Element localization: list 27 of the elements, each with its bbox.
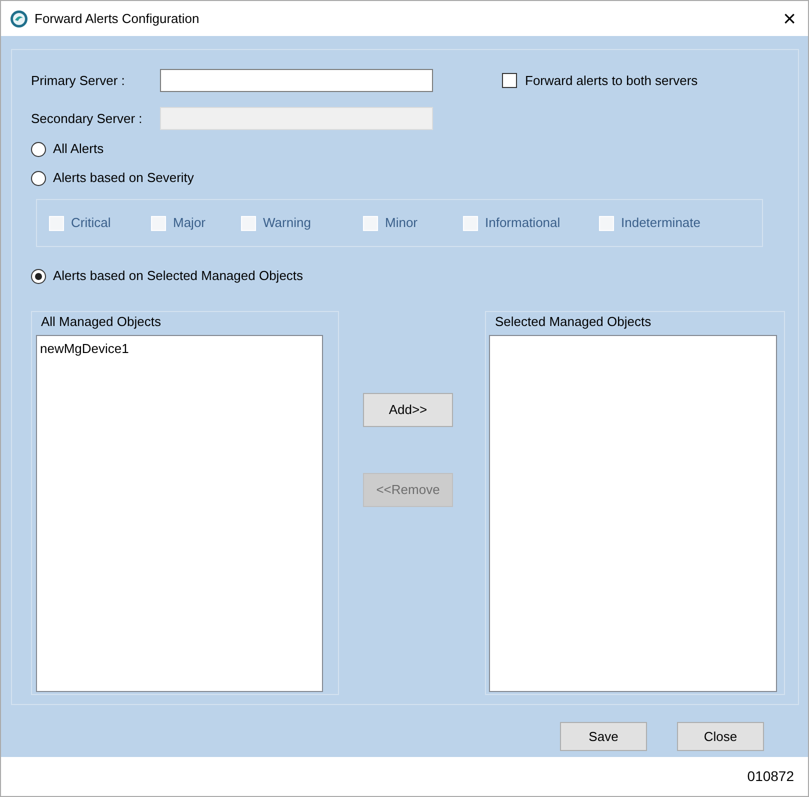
radio-button[interactable]: [31, 142, 46, 156]
checkbox-label: Forward alerts to both servers: [525, 72, 698, 90]
button[interactable]: Close: [677, 722, 764, 751]
list-box[interactable]: [489, 334, 777, 692]
field-label: Primary Server :: [31, 72, 126, 90]
radio-label: All Alerts: [53, 140, 104, 158]
radio-button[interactable]: [31, 268, 46, 284]
list-box[interactable]: newMgDevice1: [36, 334, 323, 692]
add-button[interactable]: Add>>: [363, 393, 453, 427]
checkbox-label: Major: [173, 214, 206, 232]
figure-number: 010872: [747, 767, 794, 786]
checkbox-label: Minor: [385, 214, 418, 232]
radio-button[interactable]: [31, 170, 46, 186]
checkbox[interactable]: [502, 73, 517, 88]
window-title: Forward Alerts Configuration: [34, 10, 200, 28]
radio-label: Alerts based on Severity: [53, 169, 194, 188]
field-label: Secondary Server :: [31, 110, 144, 128]
button[interactable]: Save: [560, 722, 647, 751]
list-item[interactable]: newMgDevice1: [40, 338, 319, 358]
close-button[interactable]: ×: [783, 8, 796, 30]
text-field[interactable]: [160, 69, 433, 92]
checkbox-label: Critical: [71, 214, 111, 232]
checkbox-label: Informational: [485, 214, 560, 232]
checkbox-label: Indeterminate: [621, 214, 700, 232]
radio-label: Alerts based on Selected Managed Objects: [53, 267, 304, 286]
checkbox-label: Warning: [263, 214, 311, 232]
app-icon: [10, 10, 28, 28]
